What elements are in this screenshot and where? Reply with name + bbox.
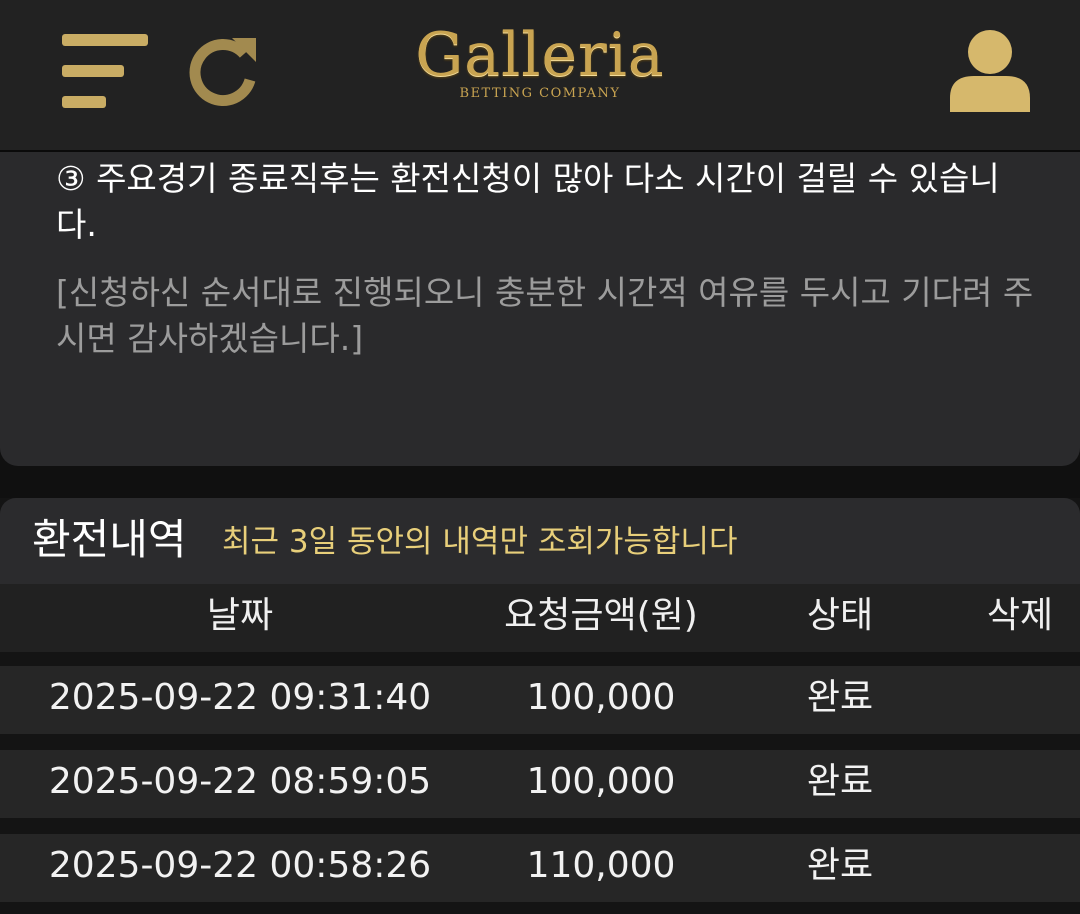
user-icon[interactable] (946, 28, 1034, 114)
row-amount: 100,000 (526, 677, 676, 718)
logo-text: Galleria (415, 20, 665, 90)
row-delete (950, 666, 1080, 734)
notice-item-3-note: [신청하신 순서대로 진행되오니 충분한 시간적 여유를 두시고 기다려 주시면… (56, 273, 1034, 358)
history-title: 환전내역 (32, 515, 187, 564)
row-date: 2025-09-22 09:31:40 (48, 677, 432, 718)
withdrawal-notice-panel: ③ 주요경기 종료직후는 환전신청이 많아 다소 시간이 걸릴 수 있습니다. … (0, 152, 1080, 466)
brand-logo[interactable]: Galleria BETTING COMPANY (400, 22, 680, 112)
top-header: Galleria BETTING COMPANY (0, 0, 1080, 152)
row-date: 2025-09-22 00:58:26 (48, 845, 432, 886)
row-delete (950, 834, 1080, 902)
history-header: 환전내역 최근 3일 동안의 내역만 조회가능합니다 (0, 498, 1080, 584)
column-delete: 삭제 (986, 595, 1054, 636)
row-status: 완료 (806, 677, 874, 718)
column-amount: 요청금액(원) (504, 595, 698, 636)
history-subtitle: 최근 3일 동안의 내역만 조회가능합니다 (222, 524, 738, 560)
table-row: 2025-09-22 08:59:05 100,000 완료 (0, 750, 1080, 818)
menu-icon[interactable] (62, 34, 148, 108)
withdrawal-history-section: 환전내역 최근 3일 동안의 내역만 조회가능합니다 날짜 요청금액(원) 상태… (0, 498, 1080, 914)
row-status: 완료 (806, 761, 874, 802)
row-delete (950, 750, 1080, 818)
row-amount: 100,000 (526, 761, 676, 802)
table-row: 2025-09-22 00:58:26 110,000 완료 (0, 834, 1080, 902)
table-header: 날짜 요청금액(원) 상태 삭제 (0, 584, 1080, 652)
row-status: 완료 (806, 845, 874, 886)
row-date: 2025-09-22 08:59:05 (48, 761, 432, 802)
column-status: 상태 (806, 595, 874, 636)
table-row: 2025-09-22 09:31:40 100,000 완료 (0, 666, 1080, 734)
row-amount: 110,000 (526, 845, 676, 886)
notice-item-3: ③ 주요경기 종료직후는 환전신청이 많아 다소 시간이 걸릴 수 있습니다. (56, 159, 1000, 244)
column-date: 날짜 (206, 595, 274, 636)
refresh-icon[interactable] (186, 34, 262, 110)
